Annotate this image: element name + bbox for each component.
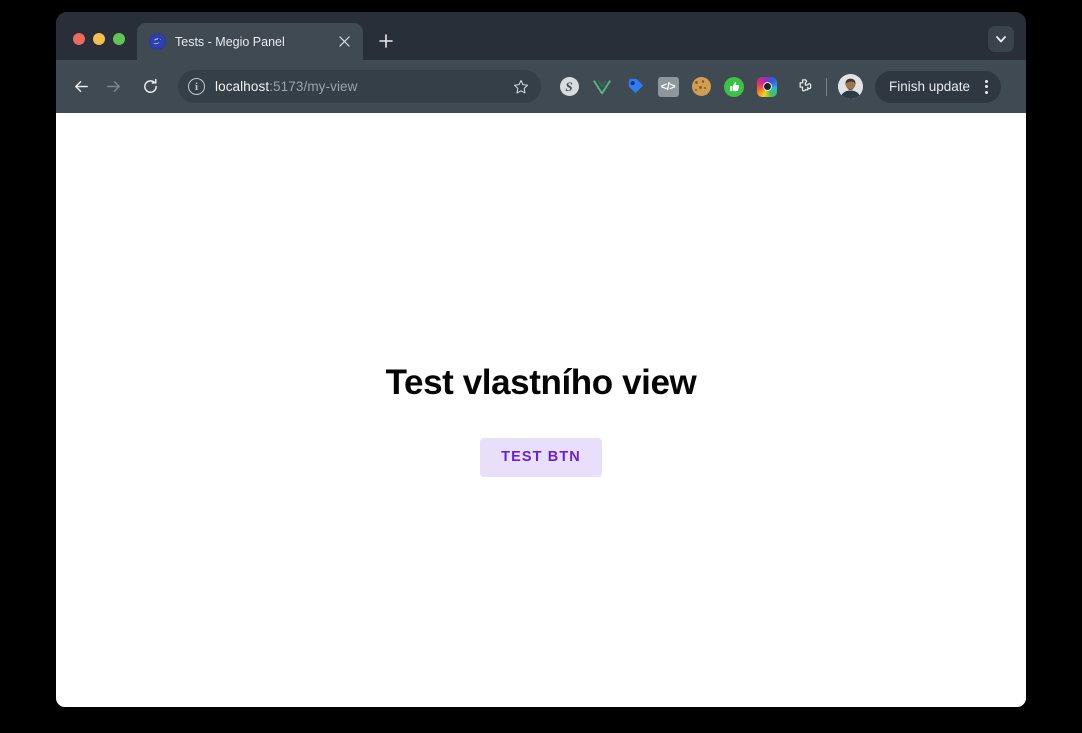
thumbs-up-extension-icon[interactable] — [722, 75, 746, 99]
megio-panel-favicon-icon — [149, 33, 166, 50]
maximize-window-button[interactable] — [113, 33, 125, 45]
test-btn-button[interactable]: TEST BTN — [480, 438, 602, 477]
url-host: localhost — [215, 79, 270, 94]
kebab-menu-icon[interactable] — [978, 76, 994, 98]
code-inspector-glyph: </> — [657, 76, 679, 97]
thumbs-up-glyph — [724, 76, 744, 97]
screen-recorder-extension-icon[interactable] — [755, 75, 779, 99]
browser-toolbar: i localhost:5173/my-view S </> Finish up… — [56, 60, 1026, 113]
tag-extension-icon[interactable] — [623, 75, 647, 99]
new-tab-button[interactable] — [372, 27, 400, 55]
page-content: Test vlastního view TEST BTN — [56, 113, 1026, 707]
avatar[interactable] — [838, 74, 863, 99]
site-info-icon[interactable]: i — [188, 78, 205, 95]
stylus-extension-glyph: S — [559, 77, 579, 96]
tab-title: Tests - Megio Panel — [175, 34, 285, 49]
browser-tab-active[interactable]: Tests - Megio Panel — [137, 23, 363, 60]
url-path: :5173/my-view — [269, 79, 358, 94]
tab-search-button[interactable] — [988, 26, 1014, 52]
browser-window: Tests - Megio Panel i localhost:5173/my-… — [56, 12, 1026, 707]
url-text: localhost:5173/my-view — [215, 79, 501, 94]
tab-strip: Tests - Megio Panel — [56, 12, 1026, 60]
vue-devtools-extension-icon[interactable] — [590, 75, 614, 99]
page-title: Test vlastního view — [385, 363, 697, 402]
close-window-button[interactable] — [73, 33, 85, 45]
forward-button[interactable] — [98, 72, 128, 102]
window-traffic-lights — [56, 33, 137, 60]
minimize-window-button[interactable] — [93, 33, 105, 45]
extensions-icon-row: S </> — [557, 75, 779, 99]
cookie-shape — [691, 77, 711, 96]
back-button[interactable] — [66, 72, 96, 102]
bookmark-star-icon[interactable] — [511, 77, 531, 97]
code-inspector-extension-icon[interactable]: </> — [656, 75, 680, 99]
puzzle-piece-icon[interactable] — [793, 75, 817, 99]
finish-update-button[interactable]: Finish update — [875, 70, 1002, 103]
toolbar-divider — [826, 77, 827, 96]
close-tab-button[interactable] — [335, 33, 353, 51]
finish-update-label: Finish update — [889, 79, 971, 94]
reload-button[interactable] — [135, 72, 165, 102]
address-bar[interactable]: i localhost:5173/my-view — [178, 70, 541, 103]
screen-recorder-glyph — [757, 76, 777, 97]
cookie-editor-extension-icon[interactable] — [689, 75, 713, 99]
stylus-extension-icon[interactable]: S — [557, 75, 581, 99]
site-info-glyph: i — [194, 80, 199, 93]
